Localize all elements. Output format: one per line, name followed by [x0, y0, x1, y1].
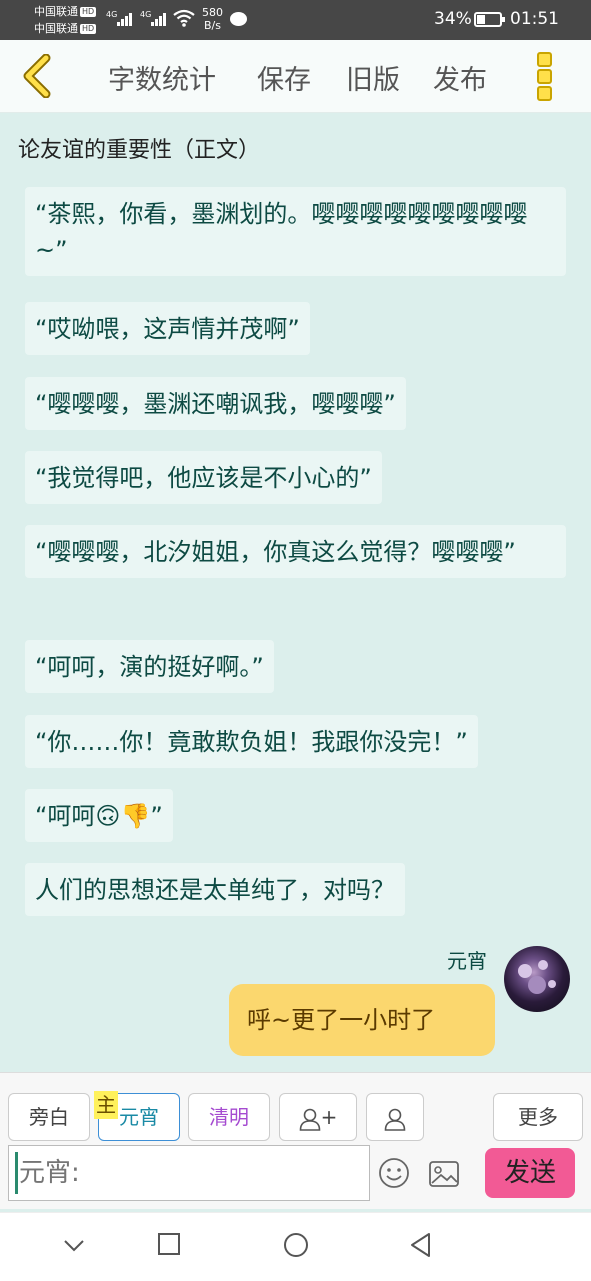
- carrier-label: 中国联通 HD: [34, 22, 97, 35]
- network-type: 4G: [140, 10, 152, 19]
- wifi-icon: [173, 9, 195, 27]
- battery-percent: 34%: [434, 9, 472, 29]
- character-qingming-button[interactable]: 清明: [188, 1093, 270, 1141]
- message-bubble[interactable]: “我觉得吧，他应该是不小心的”: [25, 451, 382, 504]
- back-button[interactable]: [18, 53, 58, 99]
- more-button[interactable]: 更多: [493, 1093, 583, 1141]
- text-cursor: [15, 1152, 18, 1194]
- narration-button[interactable]: 旁白: [8, 1093, 90, 1141]
- self-message-bubble[interactable]: 呼~更了一小时了: [229, 984, 495, 1056]
- document-title: 论友谊的重要性（正文）: [18, 138, 261, 163]
- old-version-button[interactable]: 旧版: [346, 58, 400, 97]
- message-bubble[interactable]: “茶熙，你看，墨渊划的。嘤嘤嘤嘤嘤嘤嘤嘤嘤~”: [25, 187, 566, 276]
- image-icon[interactable]: [428, 1160, 460, 1188]
- word-count-button[interactable]: 字数统计: [108, 58, 216, 97]
- back-arrow-icon: [23, 53, 51, 99]
- clock: 01:51: [510, 9, 559, 29]
- character-list-button[interactable]: [366, 1093, 424, 1141]
- message-bubble[interactable]: “嘤嘤嘤，北汐姐姐，你真这么觉得？嘤嘤嘤”: [25, 525, 566, 578]
- person-icon: [384, 1108, 406, 1131]
- message-input[interactable]: [8, 1145, 370, 1201]
- network-type: 4G: [106, 10, 118, 19]
- signal-icon: [117, 12, 133, 26]
- recents-square-icon[interactable]: [157, 1231, 181, 1259]
- emoji-icon[interactable]: [378, 1157, 410, 1189]
- message-bubble[interactable]: 人们的思想还是太单纯了，对吗？: [25, 863, 405, 916]
- chevron-down-icon[interactable]: [62, 1231, 86, 1259]
- send-button[interactable]: 发送: [485, 1148, 575, 1198]
- publish-button[interactable]: 发布: [433, 58, 487, 97]
- save-button[interactable]: 保存: [257, 58, 311, 97]
- message-bubble[interactable]: “你……你！竟敢欺负姐！我跟你没完！”: [25, 715, 478, 768]
- editor-toolbar: 字数统计 保存 旧版 发布: [0, 40, 591, 113]
- network-speed: 580 B/s: [202, 6, 223, 32]
- back-triangle-icon[interactable]: [408, 1231, 434, 1259]
- signal-icon: [151, 12, 167, 26]
- message-notification-icon: [230, 12, 247, 26]
- message-bubble[interactable]: “呵呵🙃👎”: [25, 789, 173, 842]
- message-bubble[interactable]: “嘤嘤嘤，墨渊还嘲讽我，嘤嘤嘤”: [25, 377, 406, 430]
- character-yuanxiao-button[interactable]: 元宵: [98, 1093, 180, 1141]
- person-add-icon: [299, 1108, 320, 1131]
- message-bubble[interactable]: “哎呦喂，这声情并茂啊”: [25, 302, 310, 355]
- more-menu-icon[interactable]: [531, 50, 557, 104]
- add-character-button[interactable]: +: [279, 1093, 357, 1141]
- message-bubble[interactable]: “呵呵，演的挺好啊。”: [25, 640, 274, 693]
- home-circle-icon[interactable]: [282, 1231, 310, 1259]
- system-navigation-bar: [0, 1212, 591, 1281]
- avatar[interactable]: [504, 946, 570, 1012]
- status-bar: 中国联通 HD 中国联通 HD 4G 4G 580 B/s 34% 01:51: [0, 0, 591, 40]
- add-character-label: +: [320, 1105, 338, 1129]
- sender-name: 元宵: [447, 949, 487, 973]
- carrier-label: 中国联通 HD: [34, 5, 97, 18]
- battery-icon: [474, 12, 505, 27]
